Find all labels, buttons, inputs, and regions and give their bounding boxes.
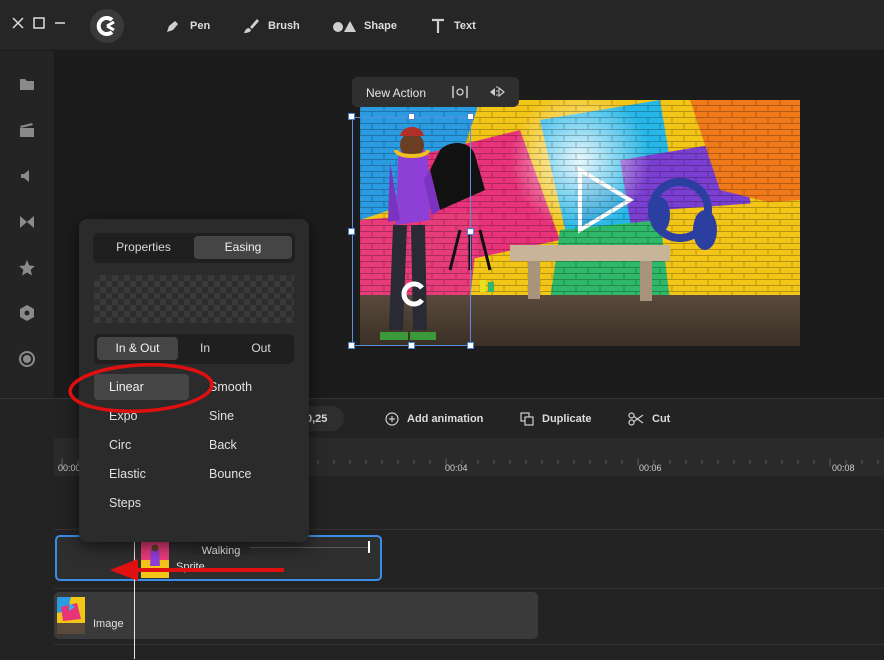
ruler-tick-label: 00:00: [58, 463, 81, 473]
resize-handle-right[interactable]: [467, 228, 474, 235]
easing-steps-button[interactable]: Steps: [109, 496, 141, 510]
brush-tool-button[interactable]: Brush: [242, 17, 300, 35]
star-icon[interactable]: [18, 259, 36, 277]
easing-bounce-button[interactable]: Bounce: [209, 467, 251, 481]
action-end-handle[interactable]: [368, 541, 370, 553]
mode-in-out[interactable]: In & Out: [97, 337, 178, 360]
ruler-tick-label: 00:04: [445, 463, 468, 473]
speed-value: 0,25: [306, 413, 328, 425]
pen-tool-label: Pen: [190, 20, 211, 32]
maximize-window-icon[interactable]: [32, 16, 46, 30]
mode-out[interactable]: Out: [232, 337, 290, 360]
scenes-icon[interactable]: [18, 121, 36, 139]
folder-icon[interactable]: [18, 75, 36, 93]
resize-handle-bottom-left[interactable]: [348, 342, 355, 349]
annotation-arrow: [110, 559, 284, 581]
easing-elastic-button[interactable]: Elastic: [109, 467, 146, 481]
audio-icon[interactable]: [18, 167, 36, 185]
resize-handle-top[interactable]: [408, 113, 415, 120]
minimize-window-icon[interactable]: [53, 16, 67, 30]
track-divider: [54, 644, 884, 645]
brush-tool-label: Brush: [268, 20, 300, 32]
duplicate-button[interactable]: Duplicate: [520, 411, 592, 427]
cut-label: Cut: [652, 413, 671, 425]
image-thumbnail: [57, 597, 85, 634]
duplicate-label: Duplicate: [542, 413, 592, 425]
text-tool-button[interactable]: Text: [430, 17, 476, 35]
ruler-tick-label: 00:06: [639, 463, 662, 473]
plugins-icon[interactable]: [18, 304, 36, 322]
resize-handle-bottom[interactable]: [408, 342, 415, 349]
add-animation-button[interactable]: Add animation: [385, 411, 483, 427]
selection-box[interactable]: [352, 117, 471, 346]
walking-action-label[interactable]: Walking: [191, 541, 251, 557]
new-action-bar: New Action: [352, 77, 519, 107]
easing-back-button[interactable]: Back: [209, 438, 237, 452]
resize-handle-bottom-right[interactable]: [467, 342, 474, 349]
pen-tool-button[interactable]: Pen: [164, 17, 210, 35]
record-icon[interactable]: [18, 350, 36, 368]
flip-horizontal-icon[interactable]: [488, 85, 506, 99]
align-center-icon[interactable]: [452, 85, 468, 99]
add-animation-label: Add animation: [407, 413, 484, 425]
resize-handle-top-right[interactable]: [467, 113, 474, 120]
brush-icon: [244, 19, 259, 33]
scissors-icon: [628, 412, 644, 426]
app-logo: [90, 9, 124, 43]
ruler-tick-label: 00:08: [832, 463, 855, 473]
cut-button[interactable]: Cut: [628, 411, 670, 427]
annotation-circle: [68, 362, 214, 414]
transitions-icon[interactable]: [18, 213, 36, 231]
top-toolbar: Pen Brush Shape Text: [0, 0, 884, 51]
walking-action-text: Walking: [201, 545, 241, 557]
track-divider: [54, 588, 884, 589]
shape-tool-label: Shape: [364, 20, 398, 32]
tab-easing[interactable]: Easing: [194, 236, 292, 259]
pen-icon: [167, 21, 178, 32]
action-duration-line: [250, 547, 368, 548]
mode-in[interactable]: In: [180, 337, 230, 360]
image-clip[interactable]: Image: [54, 592, 538, 639]
text-tool-label: Text: [454, 20, 476, 32]
image-clip-name: Image: [93, 618, 124, 630]
easing-curve-preview: [94, 275, 294, 323]
panel-tabs: Properties Easing: [93, 233, 295, 263]
logo-icon: [96, 16, 115, 36]
resize-handle-top-left[interactable]: [348, 113, 355, 120]
duplicate-icon: [520, 412, 534, 426]
resize-handle-left[interactable]: [348, 228, 355, 235]
easing-circ-button[interactable]: Circ: [109, 438, 131, 452]
new-action-button[interactable]: New Action: [366, 86, 426, 100]
add-circle-icon: [385, 412, 399, 426]
shape-icon: [333, 21, 356, 32]
image-thumbnail-picture: [57, 597, 85, 634]
tab-properties[interactable]: Properties: [96, 236, 191, 259]
text-icon: [432, 18, 444, 33]
close-window-icon[interactable]: [11, 16, 25, 30]
shape-tool-button[interactable]: Shape: [332, 17, 397, 35]
